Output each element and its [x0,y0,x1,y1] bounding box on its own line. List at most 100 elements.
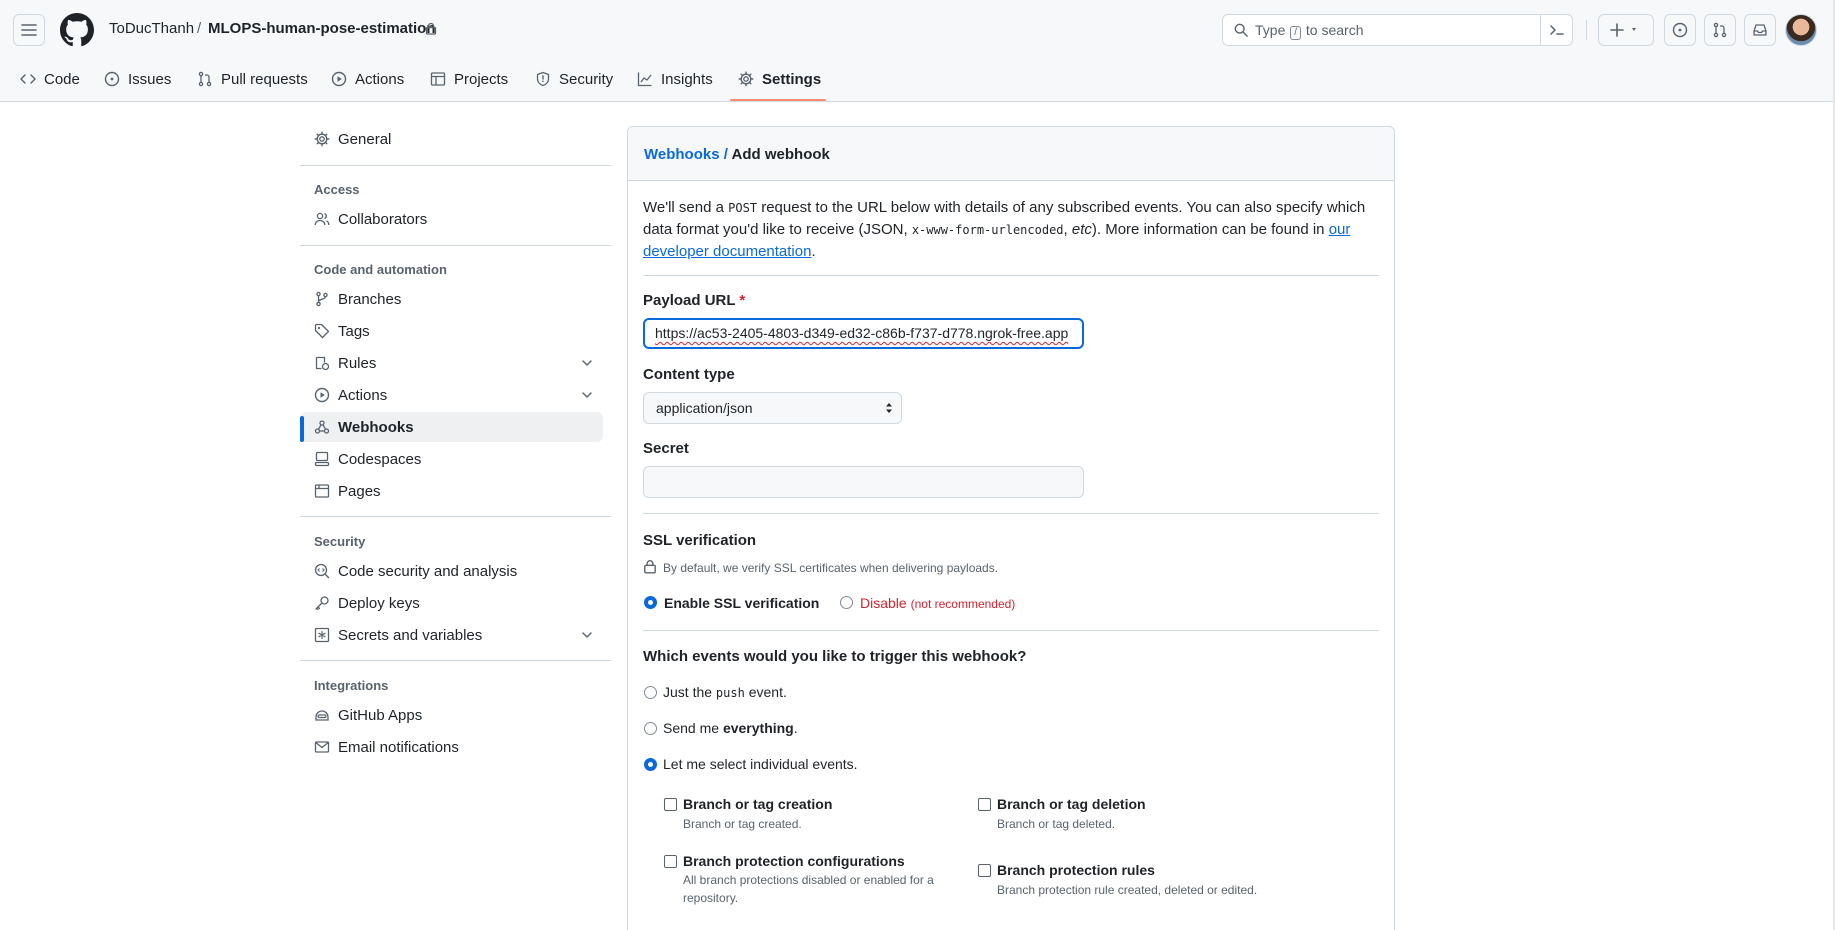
ssl-disable-label: Disable (not recommended) [860,595,1016,611]
event-select-radio[interactable] [644,758,657,771]
sidebar-item-branches[interactable]: Branches [300,284,603,314]
git-branch-icon [316,291,328,307]
event-description: Branch protection rule created, deleted … [997,883,1258,897]
events-question-label: Which events would you like to trigger t… [643,648,1027,665]
sidebar-item-github-apps[interactable]: GitHub Apps [300,700,603,730]
hamburger-icon [21,24,37,36]
chevron-down-icon [582,392,592,398]
key-icon [315,596,329,611]
pull-request-icon [198,71,212,87]
content-type-label: Content type [643,366,735,383]
sidebar-item-rules[interactable]: Rules [300,348,603,378]
repo-name-link[interactable]: MLOPS-human-pose-estimation [208,20,436,37]
payload-url-input[interactable]: https://ac53-2405-4803-d349-ed32-c86b-f7… [643,318,1084,349]
sidebar-heading-access: Access [314,182,360,197]
event-title: Branch protection configurations [683,853,905,869]
gear-icon [738,71,754,87]
event-push-label: Just the push event. [663,684,787,700]
sidebar-item-collaborators[interactable]: Collaborators [300,204,603,234]
ssl-enable-radio[interactable] [644,596,657,609]
sidebar-divider [300,245,611,246]
sidebar-item-deploy-keys[interactable]: Deploy keys [300,588,603,618]
code-icon [20,74,36,84]
select-arrows-icon [886,403,892,413]
issue-opened-icon [1672,22,1688,38]
event-description: All branch protections disabled or enabl… [683,873,934,905]
asterisk-icon [314,627,330,643]
play-icon [331,71,347,87]
active-sidebar-indicator [300,416,304,442]
github-logo-icon[interactable] [60,13,94,47]
ssl-disable-radio[interactable] [840,596,853,609]
sidebar-heading-integrations: Integrations [314,678,389,693]
event-title: Branch or tag creation [683,796,833,812]
browser-icon [314,484,330,498]
pull-requests-button[interactable] [1704,14,1736,46]
tab-issues[interactable]: Issues [104,56,171,102]
issues-button[interactable] [1664,14,1696,46]
lock-icon [425,22,437,35]
command-palette-button[interactable] [1540,15,1572,45]
inbox-icon [1753,24,1767,36]
plus-icon [1610,23,1624,37]
sidebar-divider [300,516,611,517]
repo-owner-link[interactable]: ToDucThanh [109,20,194,37]
tag-icon [314,323,330,339]
event-everything-radio[interactable] [644,722,657,735]
tab-pull-requests[interactable]: Pull requests [197,56,308,102]
sidebar-item-pages[interactable]: Pages [300,476,603,506]
mail-icon [314,741,330,753]
sidebar-item-codespaces[interactable]: Codespaces [300,444,603,474]
sidebar-heading-security: Security [314,534,366,549]
form-header: Webhooks / Add webhook [628,127,1394,181]
event-checkbox[interactable] [978,798,991,811]
play-icon [314,387,330,403]
ssl-note: By default, we verify SSL certificates w… [663,561,999,575]
codespaces-icon [314,451,330,467]
sidebar-item-code-security[interactable]: Code security and analysis [300,556,603,586]
slash-key-hint: / [1290,26,1302,40]
sidebar-divider [300,165,611,166]
chevron-down-icon [582,632,592,638]
create-new-button[interactable] [1598,14,1654,46]
form-breadcrumb: Webhooks / Add webhook [644,146,830,163]
top-header: ToDucThanh / MLOPS-human-pose-estimation… [0,0,1835,102]
sidebar-divider [300,660,611,661]
triangle-down-icon [1632,28,1636,31]
event-everything-label: Send me everything. [663,720,798,736]
event-description: Branch or tag deleted. [997,817,1116,831]
sidebar-item-general[interactable]: General [300,124,603,154]
event-push-radio[interactable] [644,686,657,699]
event-checkbox[interactable] [664,798,677,811]
gear-icon [314,131,330,147]
intro-text: We'll send a POST request to the URL bel… [643,199,1366,260]
tab-settings[interactable]: Settings [738,56,821,102]
search-input[interactable]: Type / to search [1222,14,1573,46]
event-checkbox[interactable] [978,864,991,877]
menu-button[interactable] [13,14,45,46]
secret-input[interactable] [643,466,1084,498]
codescan-icon [314,563,330,579]
webhook-icon [314,420,330,434]
section-divider [643,630,1379,631]
webhooks-link[interactable]: Webhooks [644,146,720,163]
tab-actions[interactable]: Actions [331,56,404,102]
table-icon [430,72,446,86]
shield-icon [536,71,550,87]
sidebar-item-webhooks[interactable]: Webhooks [300,412,603,442]
sidebar-item-secrets[interactable]: Secrets and variables [300,620,603,650]
inbox-button[interactable] [1744,14,1776,46]
sidebar-item-actions[interactable]: Actions [300,380,603,410]
tab-projects[interactable]: Projects [430,56,508,102]
graph-icon [637,72,652,87]
tab-insights[interactable]: Insights [637,56,713,102]
event-title: Branch protection rules [997,862,1155,878]
tab-code[interactable]: Code [20,56,80,102]
sidebar-item-email-notifications[interactable]: Email notifications [300,732,603,762]
event-checkbox[interactable] [664,855,677,868]
tab-security[interactable]: Security [535,56,613,102]
event-title: Branch or tag deletion [997,796,1146,812]
sidebar-item-tags[interactable]: Tags [300,316,603,346]
content-type-select[interactable]: application/json [643,392,902,424]
avatar[interactable] [1785,14,1817,46]
